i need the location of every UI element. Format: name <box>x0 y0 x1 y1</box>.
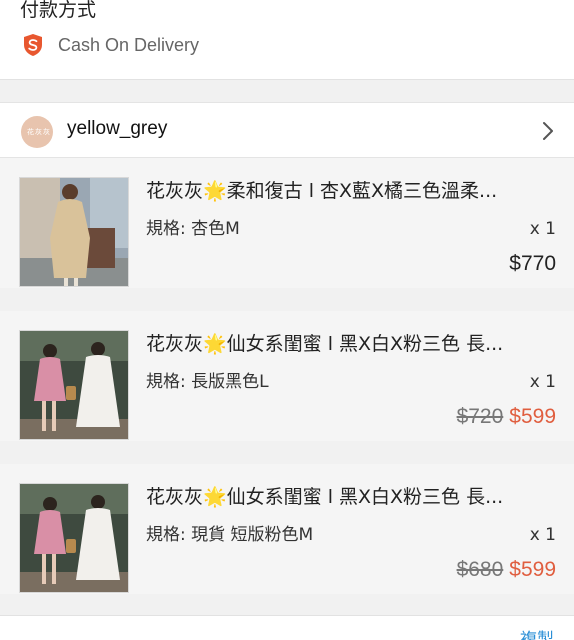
copy-link[interactable]: 複製 <box>520 630 554 640</box>
original-price: $680 <box>456 558 504 581</box>
product-title: 花灰灰🌟仙女系閨蜜 l 黑X白X粉三色 長... <box>146 333 504 355</box>
shop-header[interactable]: 花灰灰 yellow_grey <box>0 102 574 158</box>
shop-avatar: 花灰灰 <box>21 116 53 148</box>
order-info-section: 複製 <box>0 615 574 640</box>
chevron-right-icon[interactable] <box>540 120 556 142</box>
original-price: $720 <box>456 405 504 428</box>
order-item[interactable]: 花灰灰🌟柔和復古 l 杏X藍X橘三色溫柔... 規格: 杏色M x 1 $770 <box>0 158 574 288</box>
product-quantity: x 1 <box>529 219 556 239</box>
payment-method-row[interactable]: Cash On Delivery <box>22 31 199 59</box>
shield-s-icon <box>22 33 44 57</box>
product-title: 花灰灰🌟仙女系閨蜜 l 黑X白X粉三色 長... <box>146 486 504 508</box>
sale-price: $599 <box>509 558 556 581</box>
payment-method-section: 付款方式 Cash On Delivery <box>0 0 574 80</box>
price-row: $770 <box>509 250 556 278</box>
sale-price: $599 <box>509 405 556 428</box>
order-item[interactable]: 花灰灰🌟仙女系閨蜜 l 黑X白X粉三色 長... 規格: 長版黑色L x 1 $… <box>0 311 574 441</box>
product-price: $770 <box>509 252 556 275</box>
product-variant: 規格: 長版黑色L <box>146 372 269 392</box>
product-quantity: x 1 <box>529 372 556 392</box>
product-quantity: x 1 <box>529 525 556 545</box>
product-variant: 規格: 杏色M <box>146 219 240 239</box>
product-thumbnail[interactable] <box>19 483 129 593</box>
avatar-logo-text: 花灰灰 <box>27 128 51 136</box>
order-item[interactable]: 花灰灰🌟仙女系閨蜜 l 黑X白X粉三色 長... 規格: 現貨 短版粉色M x … <box>0 464 574 594</box>
product-thumbnail[interactable] <box>19 330 129 440</box>
shop-name: yellow_grey <box>67 118 168 139</box>
payment-method-label: Cash On Delivery <box>58 34 200 55</box>
product-variant: 規格: 現貨 短版粉色M <box>146 525 314 545</box>
price-row: $680 $599 <box>457 556 556 584</box>
section-title: 付款方式 <box>20 0 97 21</box>
price-row: $720 $599 <box>457 403 556 431</box>
product-thumbnail[interactable] <box>19 177 129 287</box>
product-title: 花灰灰🌟柔和復古 l 杏X藍X橘三色溫柔... <box>146 180 498 202</box>
